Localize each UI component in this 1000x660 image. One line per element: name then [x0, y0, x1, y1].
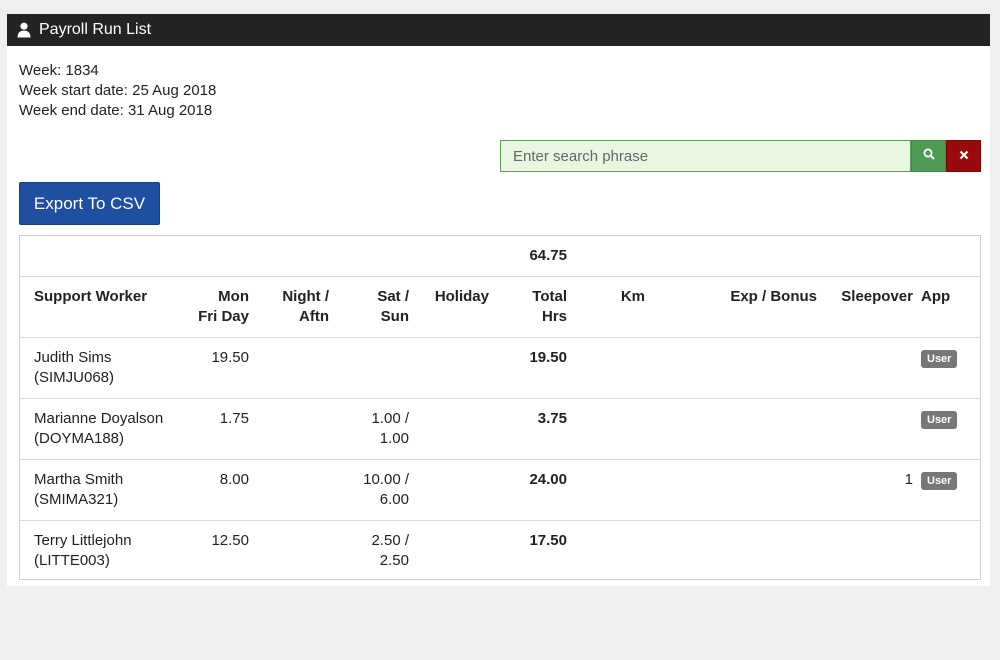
grand-total-row: 64.75 — [20, 236, 980, 276]
exp-bonus-value — [645, 519, 817, 581]
exp-bonus-value — [645, 397, 817, 459]
app-user-badge[interactable]: User — [921, 471, 958, 490]
week-number: Week: 1834 — [19, 62, 99, 79]
col-mon-line1: Mon — [218, 287, 249, 305]
holiday-value — [409, 458, 489, 520]
col-sat-line1: Sat / — [377, 287, 409, 305]
col-total-hrs[interactable]: Total Hrs — [489, 275, 567, 337]
km-value — [567, 397, 645, 459]
col-mon-fri-day[interactable]: Mon Fri Day — [180, 275, 249, 337]
col-night-line2: Aftn — [299, 307, 329, 325]
table-header-row: Support Worker Mon Fri Day Night / Aftn … — [20, 275, 980, 337]
sleepover-value — [817, 519, 913, 581]
week-start-date: Week start date: 25 Aug 2018 — [19, 82, 217, 99]
sat-value: 2.50 / — [371, 531, 409, 549]
total-hrs-value: 3.75 — [489, 397, 567, 459]
payroll-table: 64.75 Support Worker Mon Fri Day Night /… — [19, 235, 981, 581]
km-value — [567, 458, 645, 520]
night-aftn-value — [249, 458, 329, 520]
sat-value: 10.00 / — [363, 470, 409, 488]
km-value — [567, 519, 645, 581]
total-hrs-value: 19.50 — [489, 336, 567, 398]
col-night-line1: Night / — [282, 287, 329, 305]
sleepover-value: 1 — [817, 458, 913, 520]
worker-name: Marianne Doyalson — [34, 409, 164, 427]
sun-value: 2.50 — [379, 551, 409, 569]
table-row[interactable]: Terry Littlejohn (LITTE003) 12.50 2.50 /… — [20, 519, 980, 581]
page-title: Payroll Run List — [39, 21, 152, 38]
grand-total: 64.75 — [529, 247, 567, 264]
holiday-value — [409, 336, 489, 398]
week-end-date: Week end date: 31 Aug 2018 — [19, 102, 213, 119]
export-csv-button[interactable]: Export To CSV — [19, 182, 160, 225]
total-hrs-value: 24.00 — [489, 458, 567, 520]
exp-bonus-value — [645, 336, 817, 398]
col-sat-sun[interactable]: Sat / Sun — [329, 275, 409, 337]
payroll-panel: Payroll Run List Week: 1834 Week start d… — [7, 14, 990, 586]
app-user-badge[interactable]: User — [921, 349, 958, 368]
worker-name: Terry Littlejohn — [34, 531, 132, 549]
exp-bonus-value — [645, 458, 817, 520]
col-sleepover[interactable]: Sleepover — [817, 275, 913, 337]
night-aftn-value — [249, 336, 329, 398]
table-row[interactable]: Martha Smith (SMIMA321) 8.00 10.00 / 6.0… — [20, 458, 980, 520]
sun-value: 1.00 — [379, 429, 409, 447]
worker-name: Martha Smith — [34, 470, 124, 488]
worker-code: (LITTE003) — [34, 551, 110, 569]
mon-fri-day-value: 19.50 — [180, 336, 249, 398]
km-value — [567, 336, 645, 398]
table-row[interactable]: Judith Sims (SIMJU068) 19.50 19.50 User — [20, 336, 980, 398]
col-night-aftn[interactable]: Night / Aftn — [249, 275, 329, 337]
search-button[interactable] — [911, 140, 946, 172]
clear-search-button[interactable] — [946, 140, 981, 172]
search-icon — [923, 147, 935, 165]
col-sat-line2: Sun — [380, 307, 409, 325]
mon-fri-day-value: 12.50 — [180, 519, 249, 581]
holiday-value — [409, 519, 489, 581]
col-km[interactable]: Km — [567, 275, 645, 337]
sat-value: 1.00 / — [371, 409, 409, 427]
table-row[interactable]: Marianne Doyalson (DOYMA188) 1.75 1.00 /… — [20, 397, 980, 459]
col-app[interactable]: App — [913, 275, 980, 337]
mon-fri-day-value: 1.75 — [180, 397, 249, 459]
sleepover-value — [817, 397, 913, 459]
search-bar — [500, 140, 981, 172]
col-exp-bonus[interactable]: Exp / Bonus — [645, 275, 817, 337]
search-input[interactable] — [500, 140, 911, 172]
night-aftn-value — [249, 519, 329, 581]
holiday-value — [409, 397, 489, 459]
sleepover-value — [817, 336, 913, 398]
col-support-worker[interactable]: Support Worker — [20, 275, 180, 337]
sun-value: 6.00 — [379, 490, 409, 508]
panel-header: Payroll Run List — [7, 14, 990, 46]
worker-name: Judith Sims — [34, 348, 112, 366]
mon-fri-day-value: 8.00 — [180, 458, 249, 520]
user-icon — [17, 22, 31, 38]
app-user-badge[interactable]: User — [921, 410, 958, 429]
col-total-line2: Hrs — [541, 307, 567, 325]
close-icon — [959, 147, 969, 165]
col-total-line1: Total — [532, 287, 567, 305]
total-hrs-value: 17.50 — [489, 519, 567, 581]
night-aftn-value — [249, 397, 329, 459]
week-info: Week: 1834 Week start date: 25 Aug 2018 … — [19, 61, 216, 121]
worker-code: (SIMJU068) — [34, 368, 115, 386]
worker-code: (DOYMA188) — [34, 429, 125, 447]
col-mon-line2: Fri Day — [198, 307, 249, 325]
col-holiday[interactable]: Holiday — [409, 275, 489, 337]
worker-code: (SMIMA321) — [34, 490, 119, 508]
